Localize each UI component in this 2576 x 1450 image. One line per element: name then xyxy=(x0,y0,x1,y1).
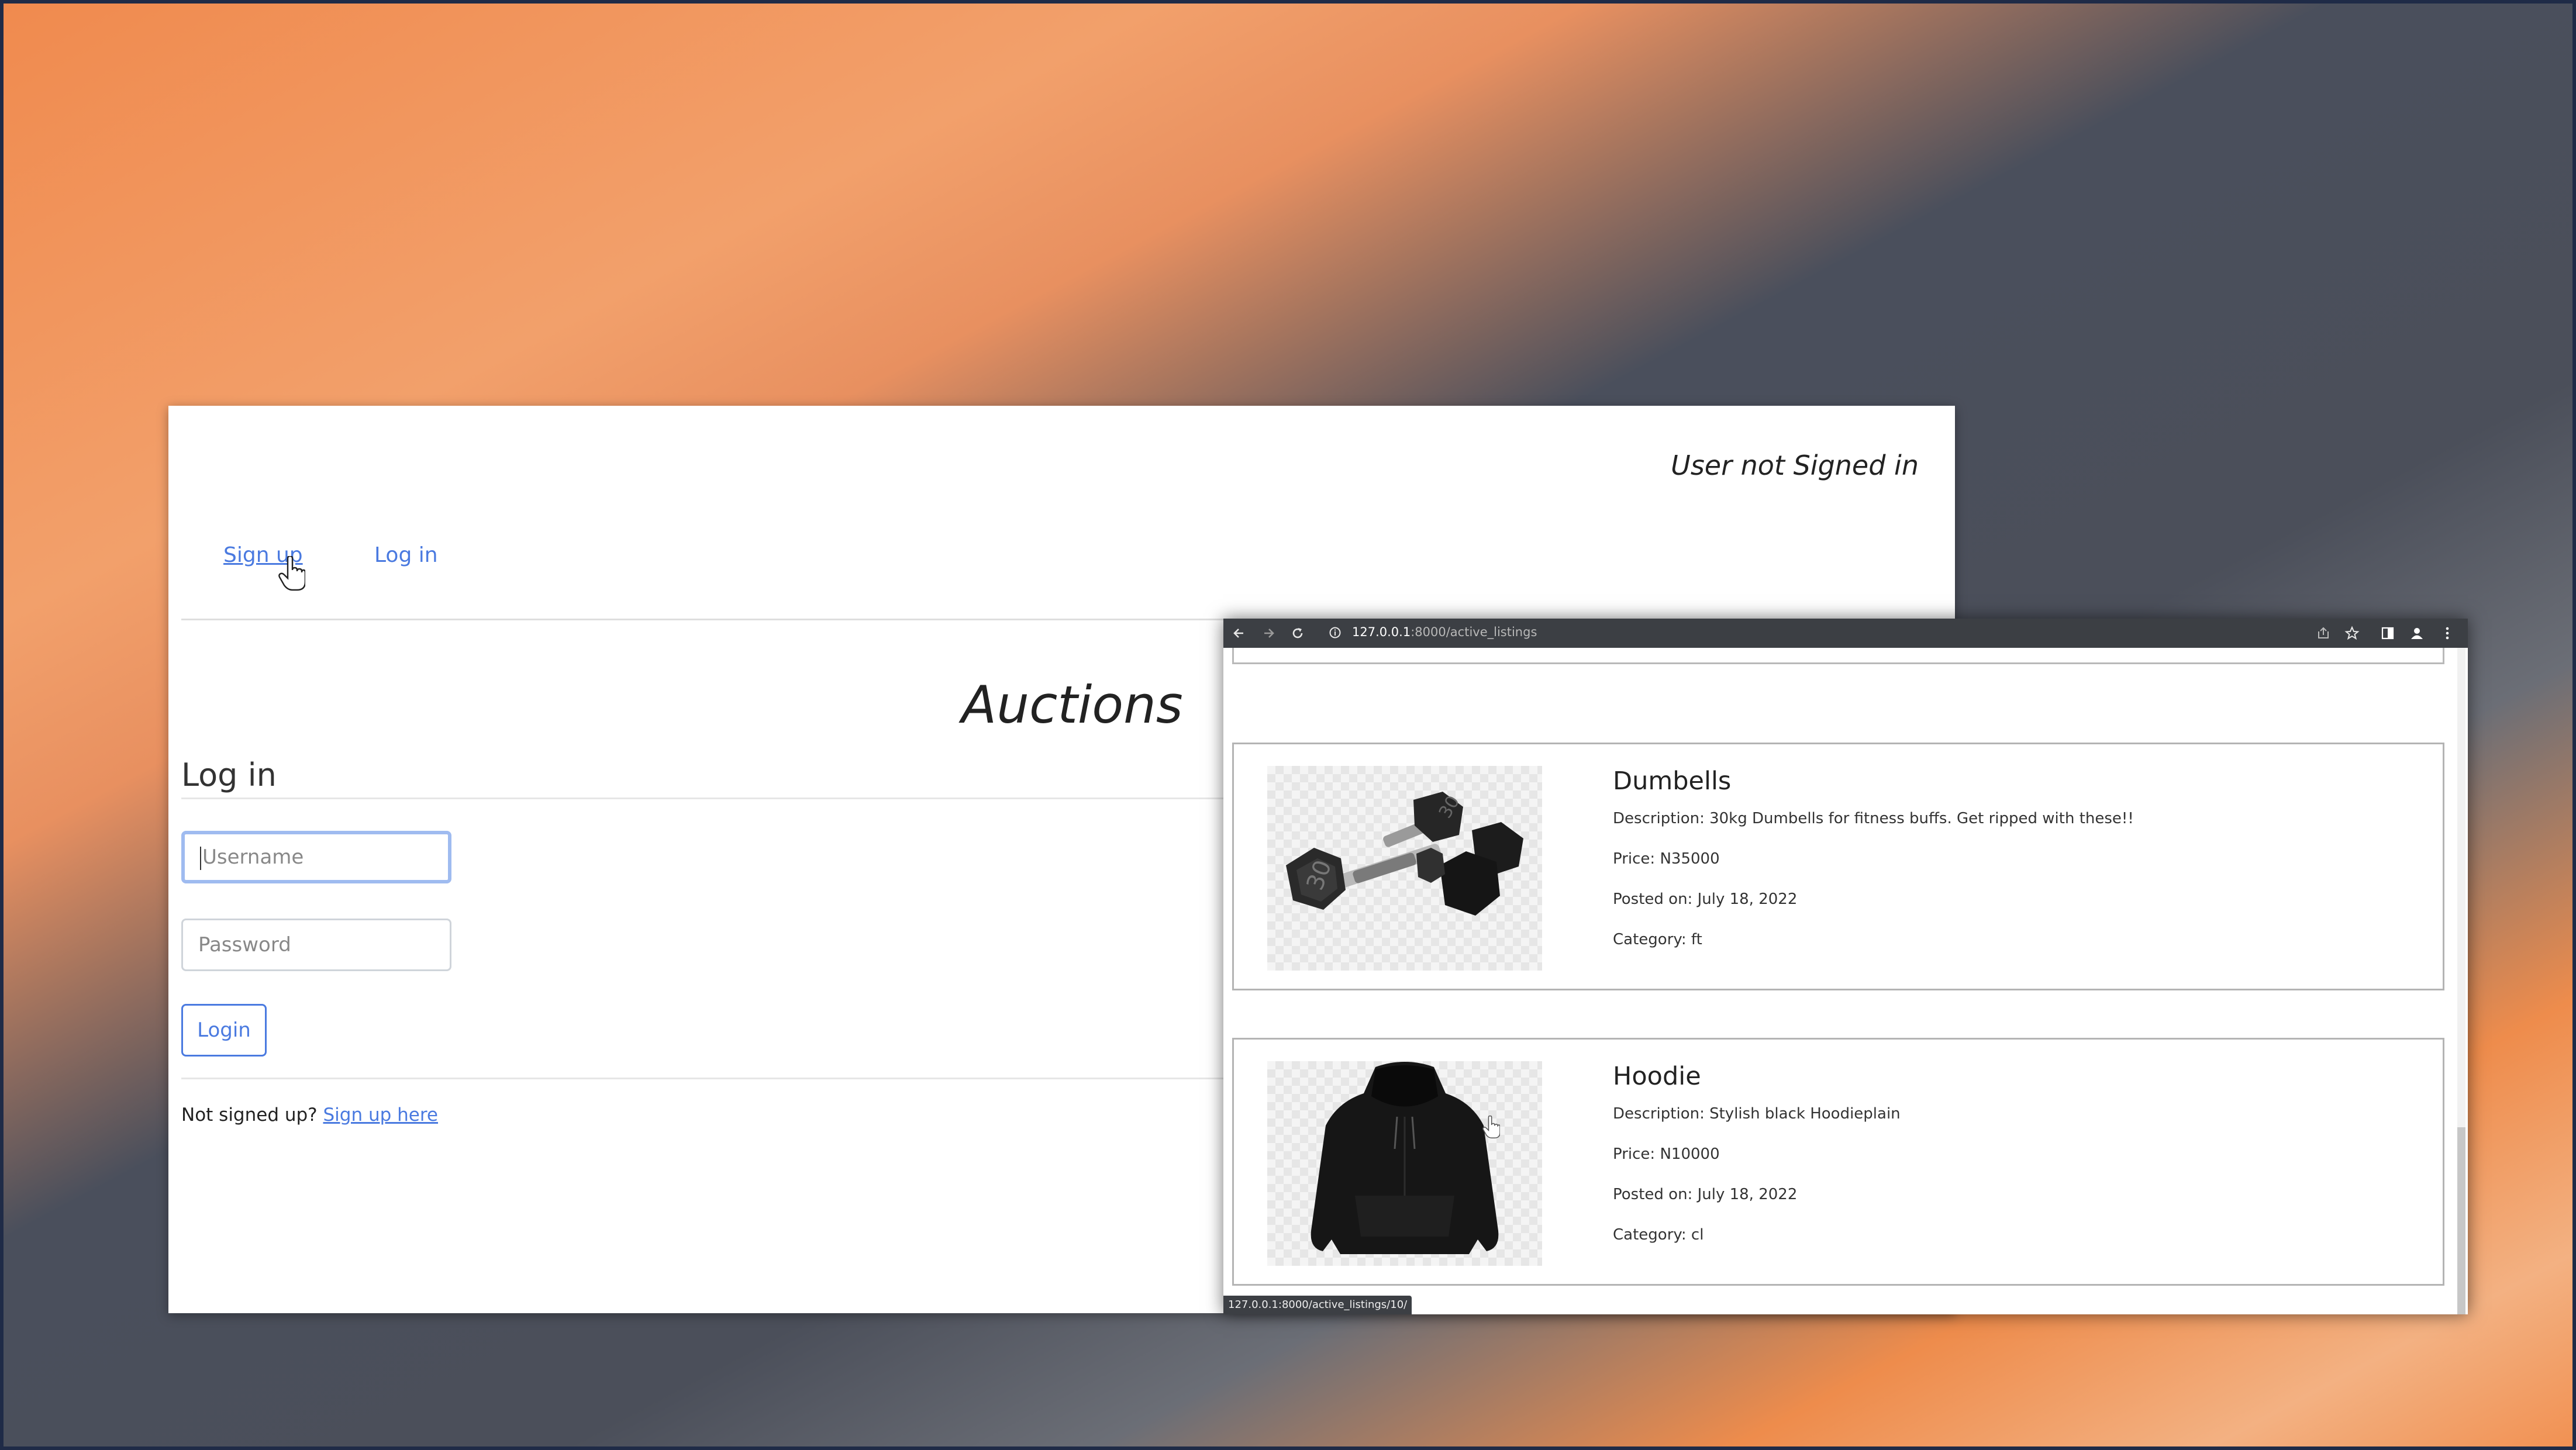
profile-icon[interactable] xyxy=(2409,626,2425,641)
listing-card-dumbells[interactable]: 30 30 Dumbells Description: 30kg Dumbell… xyxy=(1232,743,2444,990)
password-input[interactable]: Password xyxy=(181,919,451,971)
listing-card-hoodie[interactable]: Hoodie Description: Stylish black Hoodie… xyxy=(1232,1038,2444,1286)
listing-image[interactable]: 30 30 xyxy=(1267,766,1542,971)
site-title: Auctions xyxy=(961,675,1183,735)
forward-arrow-icon[interactable] xyxy=(1261,626,1276,641)
listings-page: 30 30 Dumbells Description: 30kg Dumbell… xyxy=(1223,648,2468,1314)
signup-prompt-text: Not signed up? xyxy=(181,1104,318,1126)
url-path: :8000/active_listings xyxy=(1411,625,1537,639)
address-bar[interactable]: 127.0.0.1:8000/active_listings xyxy=(1352,625,1537,639)
kebab-menu-icon[interactable] xyxy=(2440,626,2455,641)
url-host: 127.0.0.1 xyxy=(1352,625,1411,639)
listing-category: Category: cl xyxy=(1613,1226,1704,1244)
share-icon[interactable] xyxy=(2316,626,2331,641)
listing-posted-date: Posted on: July 18, 2022 xyxy=(1613,890,1798,908)
listing-card-previous[interactable] xyxy=(1232,648,2444,664)
listing-price: Price: N35000 xyxy=(1613,850,1720,868)
nav-login-link[interactable]: Log in xyxy=(374,543,438,567)
listing-price: Price: N10000 xyxy=(1613,1145,1720,1163)
hand-cursor-icon xyxy=(278,556,305,591)
link-status-url: 127.0.0.1:8000/active_listings/10/ xyxy=(1223,1296,1412,1314)
side-panel-icon[interactable] xyxy=(2380,626,2395,641)
dumbbell-image-icon: 30 30 xyxy=(1286,792,1523,916)
listing-description: Description: Stylish black Hoodieplain xyxy=(1613,1105,1901,1123)
browser-window: 127.0.0.1:8000/active_listings 30 30 Dum… xyxy=(1223,619,2468,1314)
star-icon[interactable] xyxy=(2344,626,2360,641)
listing-posted-date: Posted on: July 18, 2022 xyxy=(1613,1186,1798,1203)
username-placeholder: Username xyxy=(202,845,304,869)
info-icon[interactable] xyxy=(1329,626,1342,639)
login-heading: Log in xyxy=(181,757,277,793)
username-input[interactable]: Username xyxy=(181,831,451,883)
signup-here-link[interactable]: Sign up here xyxy=(323,1104,439,1126)
signup-prompt: Not signed up? Sign up here xyxy=(181,1104,438,1126)
login-button[interactable]: Login xyxy=(181,1004,267,1057)
listing-title[interactable]: Dumbells xyxy=(1613,767,1731,796)
browser-toolbar: 127.0.0.1:8000/active_listings xyxy=(1223,619,2468,648)
hoodie-image-icon xyxy=(1311,1062,1499,1254)
back-arrow-icon[interactable] xyxy=(1232,626,1247,641)
listing-title[interactable]: Hoodie xyxy=(1613,1062,1701,1091)
listing-description: Description: 30kg Dumbells for fitness b… xyxy=(1613,810,2134,827)
listing-image[interactable] xyxy=(1267,1061,1542,1266)
scrollbar-thumb[interactable] xyxy=(2457,1127,2465,1314)
hand-cursor-icon xyxy=(1482,1116,1500,1139)
text-caret xyxy=(200,846,201,870)
password-placeholder: Password xyxy=(198,933,291,957)
user-status: User not Signed in xyxy=(1671,450,1919,481)
listing-category: Category: ft xyxy=(1613,931,1702,948)
reload-icon[interactable] xyxy=(1290,626,1305,641)
